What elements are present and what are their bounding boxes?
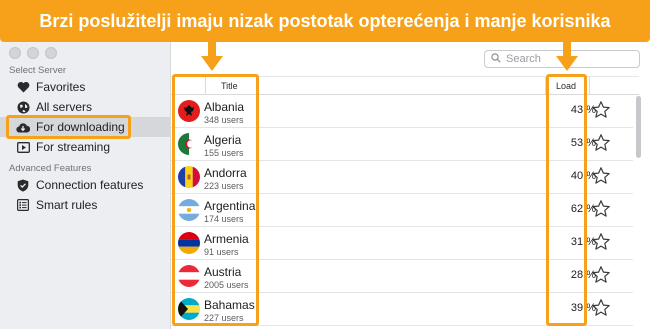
heart-icon (16, 80, 30, 94)
favorite-star-icon[interactable] (591, 166, 611, 186)
favorite-star-icon[interactable] (591, 133, 611, 153)
search-icon (491, 52, 501, 66)
globe-icon (16, 100, 30, 114)
sidebar-item-label: All servers (36, 100, 93, 114)
sidebar: Select Server Favorites All servers For … (0, 0, 171, 329)
sidebar-item-label: Smart rules (36, 198, 98, 212)
section-label-advanced-features: Advanced Features (9, 163, 92, 174)
sidebar-item-favorites[interactable]: Favorites (0, 77, 170, 97)
sidebar-item-for-streaming[interactable]: For streaming (0, 137, 170, 157)
search-placeholder: Search (506, 53, 541, 65)
favorite-star-icon[interactable] (591, 265, 611, 285)
scrollbar[interactable] (635, 94, 642, 329)
highlight-load-column (546, 74, 587, 326)
sidebar-item-smart-rules[interactable]: Smart rules (0, 195, 170, 215)
sidebar-item-label: Connection features (36, 178, 144, 192)
sidebar-item-label: Favorites (36, 80, 86, 94)
banner-text: Brzi poslužitelji imaju nizak postotak o… (39, 10, 611, 31)
highlight-for-downloading (6, 115, 131, 139)
shield-icon (16, 178, 30, 192)
app-window: Select Server Favorites All servers For … (0, 0, 650, 329)
favorite-star-icon[interactable] (591, 298, 611, 318)
highlight-title-column (172, 74, 259, 326)
close-window-button[interactable] (9, 47, 21, 59)
sidebar-item-all-servers[interactable]: All servers (0, 97, 170, 117)
list-icon (16, 198, 30, 212)
favorite-star-icon[interactable] (591, 100, 611, 120)
section-label-select-server: Select Server (9, 65, 67, 76)
annotation-banner: Brzi poslužitelji imaju nizak postotak o… (0, 0, 650, 42)
arrow-down-icon (201, 40, 223, 77)
zoom-window-button[interactable] (45, 47, 57, 59)
arrow-down-icon (556, 40, 578, 77)
favorite-star-icon[interactable] (591, 232, 611, 252)
favorite-star-icon[interactable] (591, 199, 611, 219)
scrollbar-thumb[interactable] (636, 96, 641, 158)
minimize-window-button[interactable] (27, 47, 39, 59)
window-controls (9, 47, 57, 59)
play-icon (16, 140, 30, 154)
sidebar-item-connection-features[interactable]: Connection features (0, 175, 170, 195)
sidebar-item-label: For streaming (36, 140, 111, 154)
